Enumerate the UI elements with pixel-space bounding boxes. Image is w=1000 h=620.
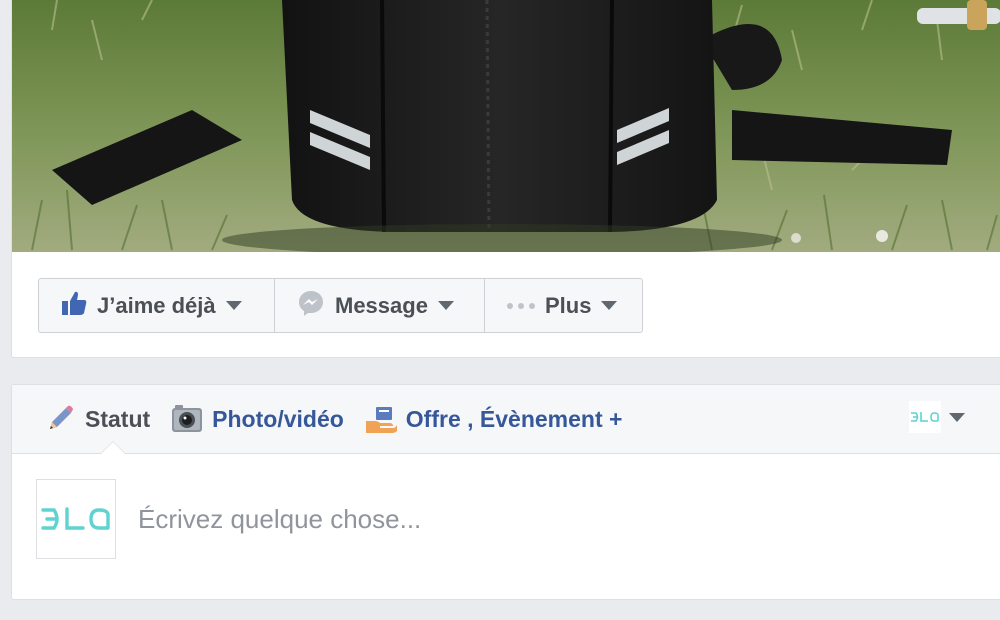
liked-button-label: J’aime déjà xyxy=(97,292,216,318)
camera-icon xyxy=(170,402,204,436)
tab-offer-event-label: Offre , Évènement + xyxy=(405,405,623,432)
tab-status[interactable]: Statut xyxy=(43,402,150,436)
chevron-down-icon xyxy=(225,301,242,310)
active-tab-pointer xyxy=(100,441,126,454)
more-dots-icon xyxy=(507,302,535,309)
liked-button[interactable]: J’aime déjà xyxy=(38,278,275,333)
message-button[interactable]: Message xyxy=(274,278,485,333)
page-logo-icon xyxy=(909,401,941,433)
tab-photo-video-label: Photo/vidéo xyxy=(212,405,344,432)
more-button[interactable]: Plus xyxy=(484,278,643,333)
message-button-label: Message xyxy=(335,292,428,318)
composer-body: Écrivez quelque chose... xyxy=(12,454,1000,600)
composer-input[interactable]: Écrivez quelque chose... xyxy=(138,504,421,535)
chevron-down-icon xyxy=(601,301,618,310)
composer-tabs: Statut Photo/vidéo Offre , Évènement + xyxy=(12,385,1000,454)
tab-status-label: Statut xyxy=(85,405,151,432)
cover-photo[interactable] xyxy=(12,0,1000,252)
tab-offer-event[interactable]: Offre , Évènement + xyxy=(364,402,623,436)
cover-photo-image xyxy=(12,0,1000,252)
post-as-page-selector[interactable] xyxy=(909,401,965,433)
messenger-icon xyxy=(297,289,325,323)
chevron-down-icon xyxy=(949,412,965,422)
offer-hand-icon xyxy=(364,402,398,436)
thumbs-up-icon xyxy=(61,290,87,322)
page-action-bar: J’aime déjà Message Plus xyxy=(38,278,643,333)
page-cover-card: J’aime déjà Message Plus xyxy=(11,0,1000,358)
post-composer: Statut Photo/vidéo Offre , Évènement + É… xyxy=(11,384,1000,600)
chevron-down-icon xyxy=(437,301,454,310)
avatar[interactable] xyxy=(36,479,116,559)
more-button-label: Plus xyxy=(545,292,592,318)
page-logo-icon xyxy=(41,507,110,530)
pencil-icon xyxy=(43,402,77,436)
tab-photo-video[interactable]: Photo/vidéo xyxy=(170,402,344,436)
